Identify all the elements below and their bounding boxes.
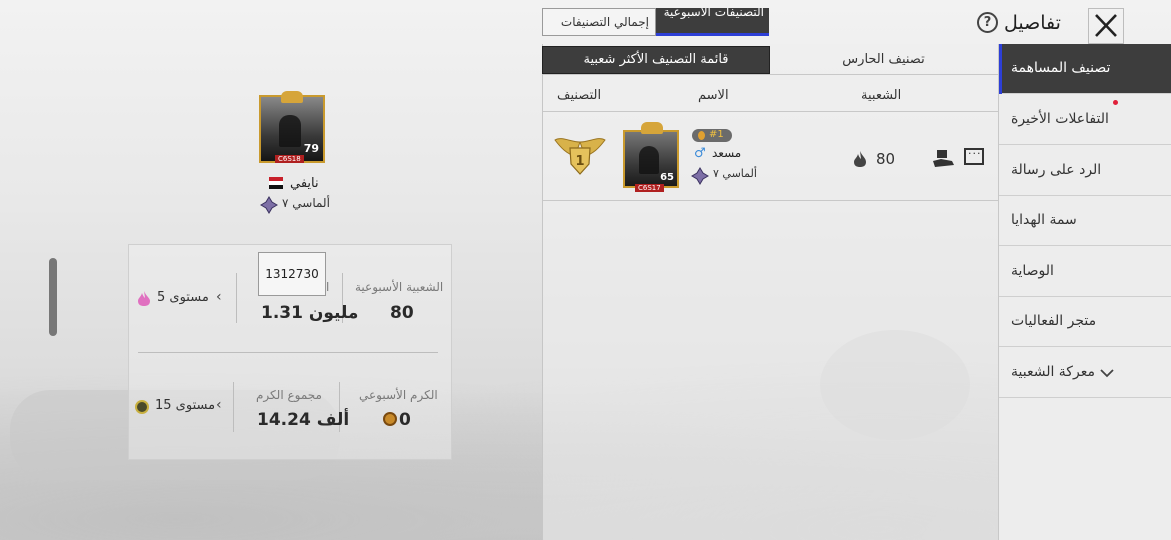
tab-weekly-rankings[interactable]: التصنيفات الأسبوعية — [656, 8, 769, 36]
sidebar-item-event-shop[interactable]: متجر الفعاليات — [999, 297, 1171, 347]
player-tier: ألماسي ٧ — [713, 167, 757, 180]
male-icon: ♂ — [694, 146, 706, 161]
popularity-level-button[interactable]: مستوى 5 ‹ — [135, 289, 230, 308]
value-tooltip: 1312730 — [258, 252, 326, 296]
soldier-silhouette — [279, 115, 301, 147]
sidebar-item-label: تصنيف المساهمة — [1011, 60, 1111, 76]
profile-level: 79 — [303, 142, 319, 155]
weekly-generosity-value: 0 — [399, 410, 411, 430]
tab-guardian-label: تصنيف الحارس — [842, 52, 925, 67]
message-icon[interactable]: ... — [964, 144, 984, 165]
divider — [236, 273, 237, 323]
crown-icon — [281, 91, 303, 103]
generosity-coin-icon — [383, 412, 397, 426]
sidebar-item-label: سمة الهدايا — [1011, 212, 1077, 228]
tab-total-label: إجمالي التصنيفات — [560, 15, 649, 29]
popularity-flame-icon — [854, 151, 866, 167]
sidebar-item-label: الرد على رسالة — [1011, 162, 1102, 178]
avatar-level: 65 — [660, 172, 674, 183]
player-avatar[interactable]: 65 C6S17 — [623, 122, 679, 192]
sidebar-item-label: معركة الشعبية — [1011, 364, 1095, 380]
header-rank: التصنيف — [557, 88, 602, 103]
total-generosity-label: مجموع الكرم — [256, 388, 322, 402]
profile-name: نايفي — [290, 176, 319, 191]
popularity-level-label: مستوى 5 — [157, 290, 209, 305]
generosity-level-label: مستوى 15 — [155, 398, 216, 413]
gold-wings-rank-icon: 1 — [554, 138, 606, 175]
tooltip-value: 1312730 — [265, 267, 319, 281]
ranking-row[interactable]: 1 65 C6S17 #1 مسعد ♂ ألماسي ٧ 80 ... — [543, 112, 998, 200]
question-circle-icon[interactable]: ? — [977, 12, 998, 33]
sidebar-item-reply[interactable]: الرد على رسالة — [999, 146, 1171, 196]
sidebar: تصنيف المساهمة التفاعلات الأخيرة الرد عل… — [998, 44, 1171, 540]
soldier-silhouette — [639, 146, 659, 174]
close-button[interactable] — [1088, 8, 1124, 44]
sidebar-item-recent-interactions[interactable]: التفاعلات الأخيرة — [999, 95, 1171, 145]
chevron-left-icon: ‹ — [216, 397, 222, 413]
notification-dot — [1113, 100, 1118, 105]
generosity-level-button[interactable]: مستوى 15 ‹ — [135, 397, 230, 416]
total-popularity-value: 1.31 مليون — [261, 303, 359, 323]
sidebar-item-label: متجر الفعاليات — [1011, 313, 1097, 329]
diamond-tier-icon — [260, 196, 278, 214]
diamond-tier-icon — [691, 167, 709, 185]
close-x-icon — [1095, 14, 1117, 37]
sidebar-item-guardianship[interactable]: الوصاية — [999, 247, 1171, 297]
tab-weekly-label: التصنيفات الأسبوعية — [663, 8, 764, 19]
divider — [543, 74, 998, 75]
total-generosity-value: 14.24 ألف — [257, 410, 350, 430]
gift-hand-icon[interactable] — [932, 147, 956, 169]
header-name: الاسم — [698, 88, 729, 103]
profile-avatar[interactable]: 79 C6S18 — [259, 91, 325, 163]
rank-badge-label: #1 — [709, 129, 724, 140]
header-popularity: الشعبية — [861, 88, 902, 103]
country-flag-icon — [269, 177, 283, 189]
weekly-popularity-label: الشعبية الأسبوعية — [355, 280, 444, 294]
sidebar-item-popularity-battle[interactable]: معركة الشعبية — [999, 348, 1171, 398]
scrollbar[interactable] — [49, 258, 57, 336]
generosity-medal-icon — [135, 400, 149, 414]
row-popularity: 80 — [876, 150, 896, 168]
tab-popular-list[interactable]: قائمة التصنيف الأكثر شعبية — [542, 46, 770, 74]
sidebar-item-label: التفاعلات الأخيرة — [1011, 111, 1109, 127]
weekly-popularity-value: 80 — [390, 303, 414, 323]
sidebar-item-label: الوصاية — [1011, 263, 1054, 279]
page-title: تفاصيل — [1004, 12, 1061, 34]
divider — [138, 352, 438, 353]
chevron-down-icon — [1100, 369, 1114, 378]
pink-flame-icon — [138, 291, 150, 306]
divider — [233, 382, 234, 432]
tab-total-rankings[interactable]: إجمالي التصنيفات — [542, 8, 656, 36]
player-name: مسعد — [712, 146, 742, 160]
divider — [543, 200, 998, 201]
profile-frame-tag: C6S18 — [275, 155, 304, 163]
sidebar-item-contribution[interactable]: تصنيف المساهمة — [999, 44, 1171, 94]
total-popularity-label: ا — [326, 280, 330, 294]
chevron-left-icon: ‹ — [216, 289, 222, 305]
flame-icon — [698, 131, 705, 140]
tab-popular-label: قائمة التصنيف الأكثر شعبية — [583, 52, 729, 67]
avatar-frame-tag: C6S17 — [635, 184, 664, 192]
svg-text:1: 1 — [575, 154, 584, 169]
sidebar-item-gift-theme[interactable]: سمة الهدايا — [999, 196, 1171, 246]
crown-icon — [641, 122, 663, 134]
rank-badge: #1 — [692, 129, 732, 142]
tab-guardian[interactable]: تصنيف الحارس — [770, 46, 997, 74]
profile-tier: ألماسي ٧ — [282, 196, 330, 210]
weekly-generosity-label: الكرم الأسبوعي — [359, 388, 438, 402]
